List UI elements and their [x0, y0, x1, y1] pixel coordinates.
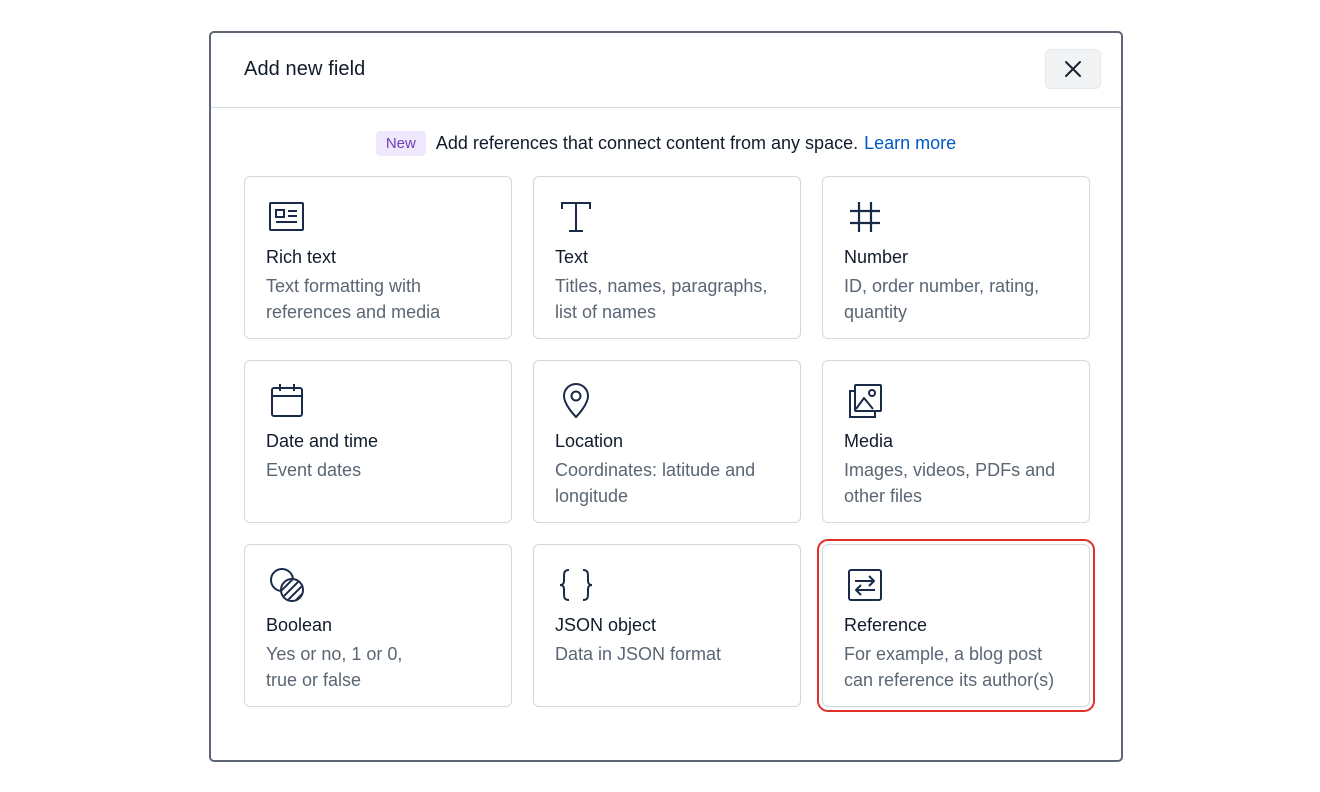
banner-text: Add references that connect content from…	[435, 132, 859, 153]
field-type-title: Location	[555, 431, 624, 451]
description-line: other files	[844, 486, 923, 506]
field-type-description: ID, order number, rating, quantity	[844, 273, 1074, 325]
field-type-description: Coordinates: latitude and longitude	[555, 457, 785, 509]
add-field-modal: Add new field New Add references that co…	[209, 31, 1123, 762]
description-line: references and media	[266, 302, 441, 322]
field-type-title: Number	[844, 247, 909, 267]
description-line: true or false	[266, 670, 362, 690]
field-type-title: Media	[844, 431, 894, 451]
field-type-title: Rich text	[266, 247, 337, 267]
field-type-title: JSON object	[555, 615, 657, 635]
field-type-title: Text	[555, 247, 589, 267]
field-type-json-object[interactable]: JSON object Data in JSON format	[533, 544, 801, 707]
boolean-icon	[270, 568, 304, 602]
description-line: quantity	[844, 302, 908, 322]
location-pin-icon	[563, 383, 589, 418]
close-button[interactable]	[1045, 49, 1101, 89]
calendar-icon	[271, 384, 303, 417]
description-line: Event dates	[266, 460, 362, 480]
description-line: For example, a blog post	[844, 644, 1043, 664]
description-line: Titles, names, paragraphs,	[555, 276, 768, 296]
description-line: can reference its author(s)	[844, 670, 1055, 690]
description-line: Images, videos, PDFs and	[844, 460, 1056, 480]
field-type-description: Event dates	[266, 457, 496, 483]
description-line: Data in JSON format	[555, 644, 722, 664]
description-line: longitude	[555, 486, 629, 506]
close-icon	[1065, 61, 1081, 77]
field-type-text[interactable]: Text Titles, names, paragraphs, list of …	[533, 176, 801, 339]
field-type-media[interactable]: Media Images, videos, PDFs and other fil…	[822, 360, 1090, 523]
field-type-date-time[interactable]: Date and time Event dates	[244, 360, 512, 523]
new-feature-banner: New Add references that connect content …	[211, 128, 1121, 158]
modal-title: Add new field	[244, 58, 366, 80]
field-type-description: Text formatting with references and medi…	[266, 273, 496, 325]
learn-more-link[interactable]: Learn more	[864, 133, 956, 154]
modal-header: Add new field	[211, 33, 1121, 108]
field-type-title: Boolean	[266, 615, 333, 635]
json-braces-icon	[559, 569, 593, 601]
reference-arrows-icon	[848, 569, 882, 601]
description-line: Coordinates: latitude and	[555, 460, 756, 480]
field-type-title: Date and time	[266, 431, 379, 451]
hash-icon	[850, 202, 880, 232]
description-line: Text formatting with	[266, 276, 422, 296]
description-line: Yes or no, 1 or 0,	[266, 644, 403, 664]
field-type-grid: Rich text Text formatting with reference…	[244, 176, 1095, 712]
description-line: list of names	[555, 302, 657, 322]
field-type-number[interactable]: Number ID, order number, rating, quantit…	[822, 176, 1090, 339]
field-type-description: Images, videos, PDFs and other files	[844, 457, 1074, 509]
new-badge: New	[375, 130, 426, 156]
field-type-description: Data in JSON format	[555, 641, 785, 667]
rich-text-icon	[269, 202, 304, 231]
field-type-description: Titles, names, paragraphs, list of names	[555, 273, 785, 325]
field-type-location[interactable]: Location Coordinates: latitude and longi…	[533, 360, 801, 523]
field-type-boolean[interactable]: Boolean Yes or no, 1 or 0, true or false	[244, 544, 512, 707]
field-type-description: For example, a blog post can reference i…	[844, 641, 1074, 693]
field-type-reference[interactable]: Reference For example, a blog post can r…	[817, 539, 1095, 712]
field-type-rich-text[interactable]: Rich text Text formatting with reference…	[244, 176, 512, 339]
description-line: ID, order number, rating,	[844, 276, 1040, 296]
field-type-title: Reference	[844, 615, 928, 635]
media-icon	[849, 384, 882, 418]
field-type-description: Yes or no, 1 or 0, true or false	[266, 641, 496, 693]
text-icon	[561, 202, 591, 232]
